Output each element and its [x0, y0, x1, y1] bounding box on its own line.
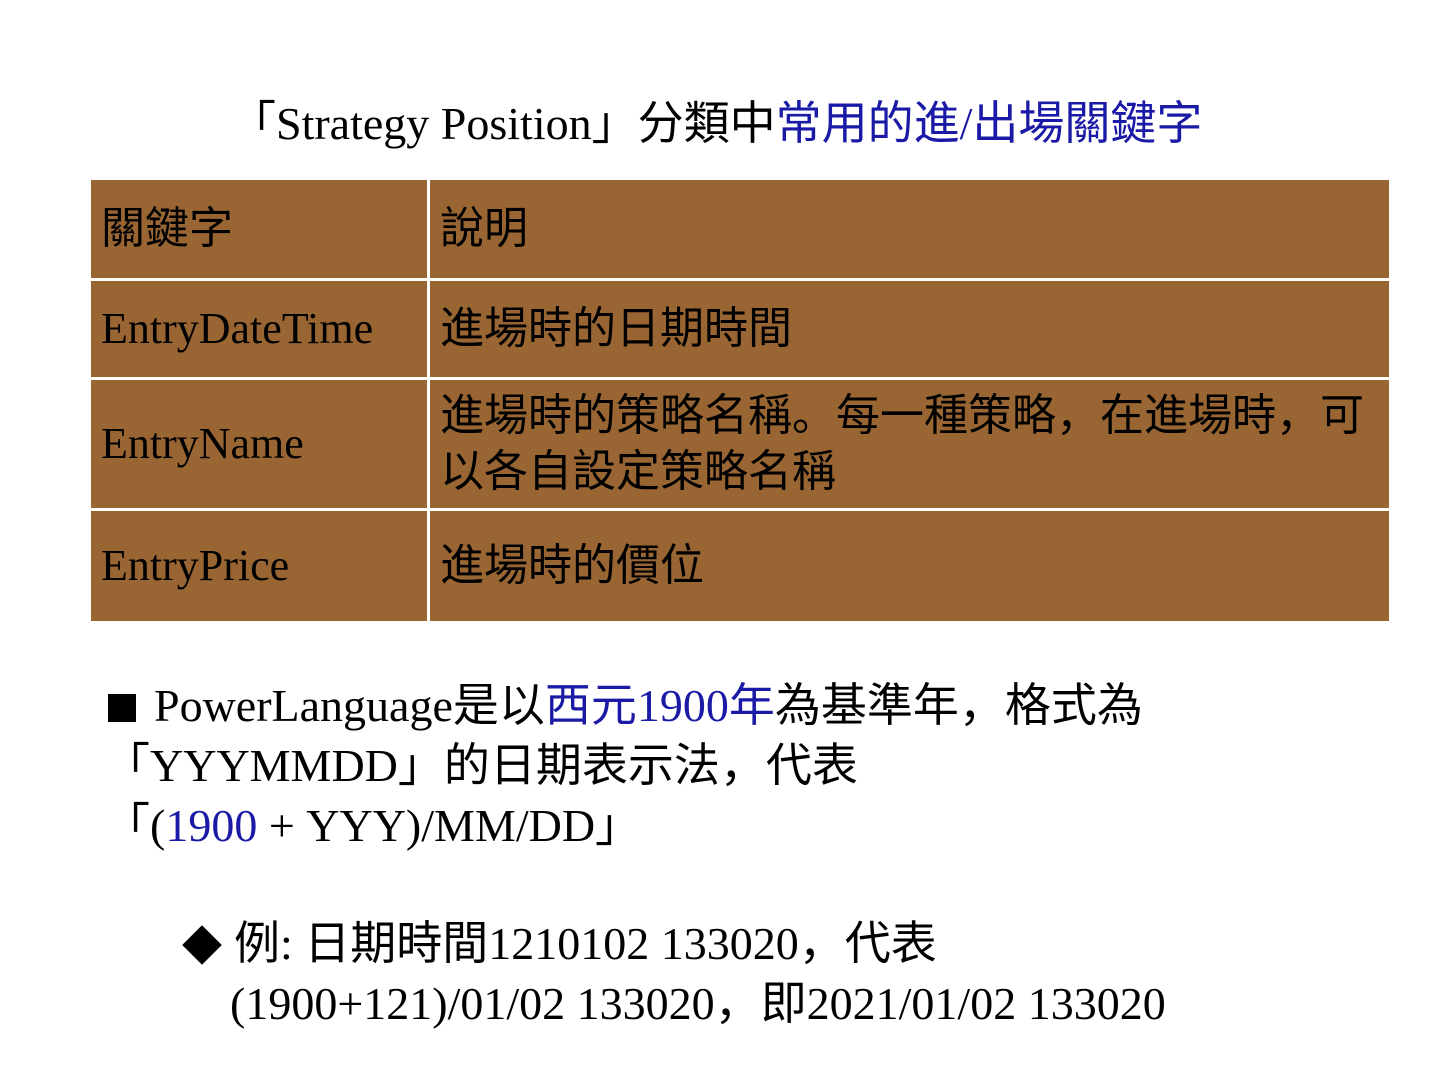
bullet-line-3: 「(1900 + YYY)/MM/DD」 — [104, 796, 1364, 856]
description-cell: 進場時的價位 — [427, 508, 1392, 624]
table-row: EntryName 進場時的策略名稱。每一種策略，在進場時，可以各自設定策略名稱 — [88, 377, 1392, 511]
header-keyword: 關鍵字 — [88, 177, 430, 281]
bullet-text-a: PowerLanguage是以 — [154, 680, 545, 731]
title-prefix: 「Strategy Position」分類中 — [230, 98, 776, 149]
sub-bullet-text-1: 例: 日期時間1210102 133020，代表 — [234, 918, 937, 969]
keyword-cell: EntryName — [88, 377, 430, 511]
table-header-row: 關鍵字 說明 — [88, 177, 1392, 281]
table-row: EntryDateTime 進場時的日期時間 — [88, 278, 1392, 380]
diamond-bullet-icon — [182, 925, 222, 966]
square-bullet-icon — [108, 694, 136, 723]
title-highlight: 常用的進/出場關鍵字 — [775, 98, 1203, 149]
header-description: 說明 — [427, 177, 1392, 281]
sub-bullet: 例: 日期時間1210102 133020，代表 (1900+121)/01/0… — [180, 914, 1380, 1034]
bullet-line3-c: + YYY)/MM/DD」 — [257, 800, 642, 851]
description-cell: 進場時的策略名稱。每一種策略，在進場時，可以各自設定策略名稱 — [427, 377, 1392, 511]
bullet-line-1: PowerLanguage是以西元1900年為基準年，格式為 — [104, 676, 1364, 736]
table-row: EntryPrice 進場時的價位 — [88, 508, 1392, 624]
keyword-table: 關鍵字 說明 EntryDateTime 進場時的日期時間 EntryName … — [88, 177, 1392, 624]
slide-title: 「Strategy Position」分類中常用的進/出場關鍵字 — [230, 92, 1370, 156]
bullet-line3-highlight: 1900 — [165, 800, 258, 851]
description-cell: 進場時的日期時間 — [427, 278, 1392, 380]
keyword-cell: EntryPrice — [88, 508, 430, 624]
bullet-text-c: 為基準年，格式為 — [774, 680, 1143, 731]
keyword-cell: EntryDateTime — [88, 278, 430, 380]
sub-bullet-line-1: 例: 日期時間1210102 133020，代表 — [180, 914, 1380, 974]
sub-bullet-line-2: (1900+121)/01/02 133020，即2021/01/02 1330… — [230, 978, 1166, 1029]
bullet-highlight: 西元1900年 — [544, 680, 775, 731]
bullet-line-2: 「YYYMMDD」的日期表示法，代表 — [104, 740, 858, 791]
bullet-line3-a: 「( — [104, 800, 166, 851]
main-bullet: PowerLanguage是以西元1900年為基準年，格式為 「YYYMMDD」… — [104, 676, 1364, 856]
